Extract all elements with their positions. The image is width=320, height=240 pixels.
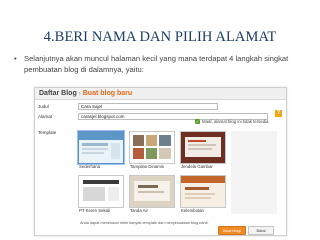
dialog-header: Daftar Blog › Buat blog baru xyxy=(35,88,286,100)
template-name: Sederhana xyxy=(79,164,101,169)
template-option[interactable]: Sederhana xyxy=(78,131,124,170)
template-label: Template xyxy=(38,130,57,135)
bullet-marker: • xyxy=(14,54,17,63)
template-grid-blank-area xyxy=(231,131,277,214)
template-thumbnail xyxy=(129,131,175,164)
template-option[interactable]: Tanda Air xyxy=(129,175,175,214)
breadcrumb-blog-list[interactable]: Daftar Blog xyxy=(35,90,77,97)
template-thumbnail xyxy=(180,131,226,164)
cancel-button[interactable]: Batal xyxy=(248,226,274,235)
template-thumbnail xyxy=(78,131,124,164)
template-thumbnail xyxy=(78,175,124,208)
title-input[interactable]: Cara Sajel xyxy=(78,102,218,110)
help-icon[interactable]: ? xyxy=(275,110,282,117)
check-icon: ✓ xyxy=(195,119,200,124)
template-name: Tampilan Dinamis xyxy=(130,164,164,169)
slide-title: 4.BERI NAMA DAN PILIH ALAMAT xyxy=(43,29,277,45)
address-label: Alamat xyxy=(38,113,53,119)
template-footnote: Anda dapat menelusuri lebih banyak templ… xyxy=(80,221,209,225)
bullet-paragraph: • Selanjutnya akan muncul halaman kecil … xyxy=(14,54,304,75)
availability-status: ✓ Maaf, alamat blog ini tidak tersedia. xyxy=(195,119,270,124)
template-option[interactable]: PT Keren Sekali xyxy=(78,175,124,214)
title-label: Judul xyxy=(38,103,49,109)
breadcrumb-current: Buat blog baru xyxy=(82,90,133,97)
template-thumbnail xyxy=(180,175,226,208)
template-name: Tanda Air xyxy=(130,208,148,213)
template-option[interactable]: Tampilan Dinamis xyxy=(129,131,175,170)
availability-message: Maaf, alamat blog ini tidak tersedia. xyxy=(202,119,270,124)
template-grid: Sederhana Tampilan Dinamis Jendela Gamba… xyxy=(78,131,281,219)
template-name: PT Keren Sekali xyxy=(79,208,110,213)
template-name: Kelembutan xyxy=(181,208,204,213)
template-option[interactable]: Kelembutan xyxy=(180,175,226,214)
title-row: Judul Cara Sajel xyxy=(38,102,218,110)
bullet-text: Selanjutnya akan muncul halaman kecil ya… xyxy=(24,54,289,74)
template-name: Jendela Gambar xyxy=(181,164,213,169)
create-blog-button[interactable]: Buat blog! xyxy=(218,226,246,235)
blogger-create-dialog-screenshot: Daftar Blog › Buat blog baru Judul Cara … xyxy=(34,87,287,236)
template-thumbnail xyxy=(129,175,175,208)
template-option[interactable]: Jendela Gambar xyxy=(180,131,226,170)
